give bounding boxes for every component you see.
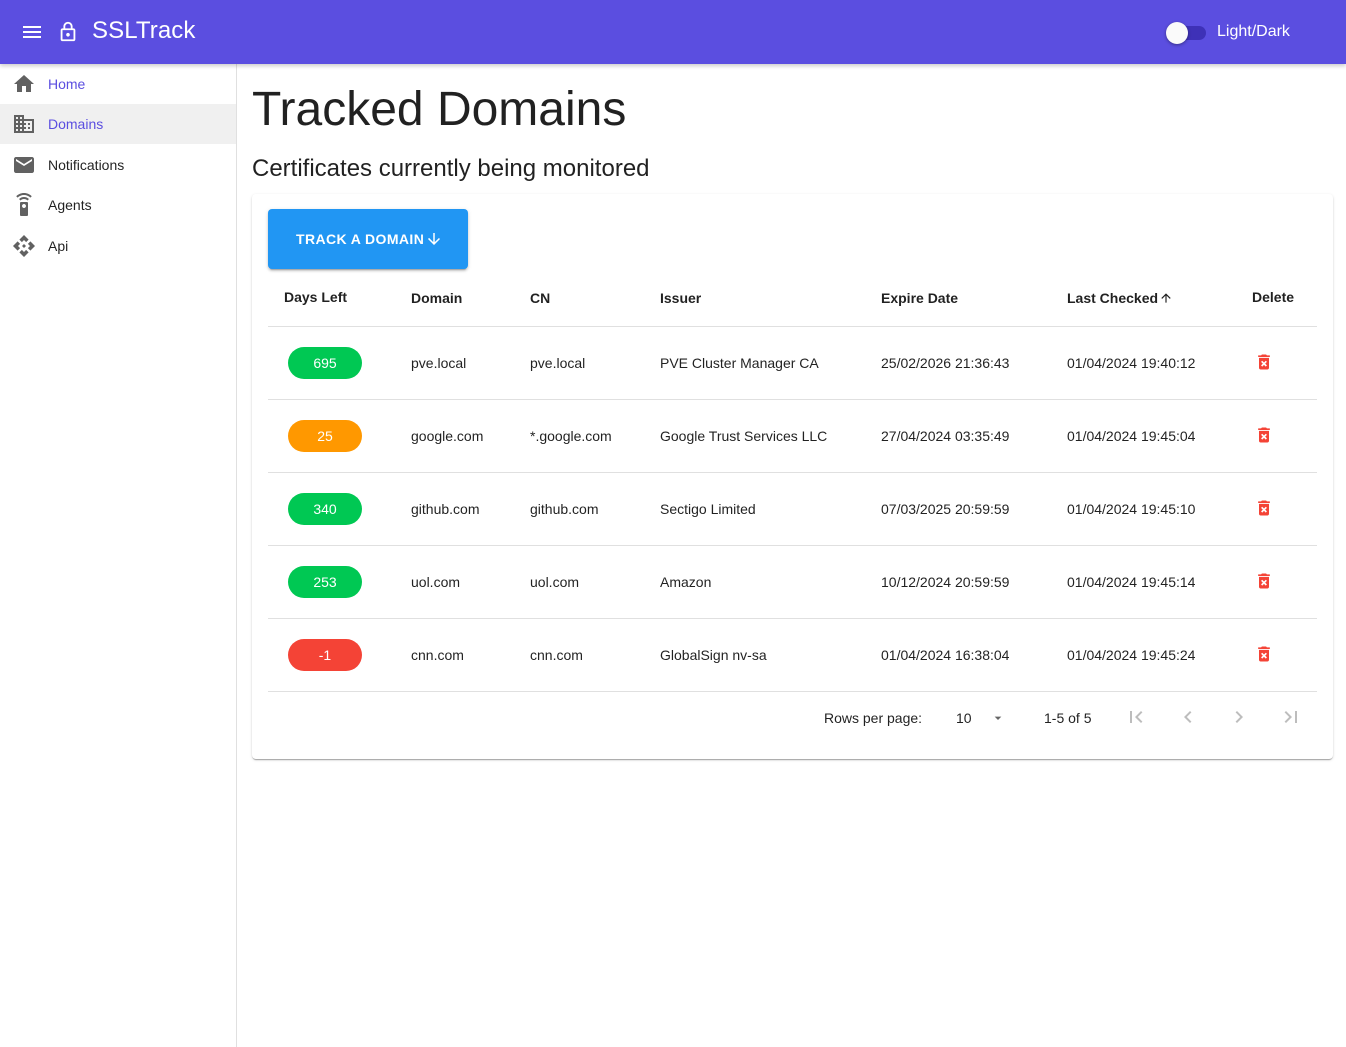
cell-domain: pve.local bbox=[411, 355, 467, 371]
col-delete: Delete bbox=[1252, 289, 1295, 305]
cell-expire-date: 27/04/2024 03:35:49 bbox=[881, 428, 1010, 444]
next-page-icon[interactable] bbox=[1227, 705, 1251, 729]
col-cn[interactable]: CN bbox=[530, 290, 550, 306]
col-last-checked[interactable]: Last Checked bbox=[1067, 290, 1158, 306]
sidebar-item-label: Api bbox=[48, 238, 69, 254]
app-bar: SSLTrack Light/Dark bbox=[0, 0, 1346, 64]
page-title: Tracked Domains bbox=[252, 83, 627, 136]
days-left-badge: -1 bbox=[288, 639, 362, 671]
pagination-range: 1-5 of 5 bbox=[1044, 710, 1092, 726]
theme-toggle[interactable] bbox=[1166, 22, 1206, 44]
delete-icon[interactable] bbox=[1254, 569, 1274, 593]
last-page-icon[interactable] bbox=[1279, 705, 1303, 729]
cell-cn: *.google.com bbox=[530, 428, 612, 444]
col-days-left[interactable]: Days Left bbox=[284, 289, 347, 305]
cell-last-checked: 01/04/2024 19:40:12 bbox=[1067, 355, 1196, 371]
days-left-badge: 25 bbox=[288, 420, 362, 452]
days-left-badge: 695 bbox=[288, 347, 362, 379]
track-domain-button[interactable]: TRACK A DOMAIN bbox=[268, 209, 468, 269]
sidebar-item-home[interactable]: Home bbox=[0, 64, 236, 104]
cell-last-checked: 01/04/2024 19:45:24 bbox=[1067, 647, 1196, 663]
cell-cn: github.com bbox=[530, 501, 599, 517]
api-icon bbox=[13, 235, 35, 257]
table-row: 695 pve.local pve.local PVE Cluster Manager… bbox=[268, 327, 1317, 400]
arrow-down-icon bbox=[428, 233, 440, 245]
mail-icon bbox=[14, 157, 34, 173]
previous-page-icon[interactable] bbox=[1176, 705, 1200, 729]
delete-icon[interactable] bbox=[1254, 350, 1274, 374]
rows-per-page-value: 10 bbox=[956, 710, 972, 726]
lock-icon bbox=[60, 21, 76, 42]
delete-icon[interactable] bbox=[1254, 496, 1274, 520]
table-row: 253 uol.com uol.com Amazon 10/12/2024 20:59:… bbox=[268, 546, 1317, 619]
cell-domain: uol.com bbox=[411, 574, 461, 590]
cell-cn: pve.local bbox=[530, 355, 586, 371]
table-row: 25 google.com *.google.com Google Trust Ser… bbox=[268, 400, 1317, 473]
cell-expire-date: 01/04/2024 16:38:04 bbox=[881, 647, 1010, 663]
cell-issuer: PVE Cluster Manager CA bbox=[660, 355, 819, 371]
cell-expire-date: 10/12/2024 20:59:59 bbox=[881, 574, 1010, 590]
row-divider bbox=[268, 691, 1317, 692]
rows-per-page-label: Rows per page: bbox=[824, 710, 923, 726]
sidebar: Home Domains Notifications Agents Api bbox=[0, 64, 237, 1047]
cell-last-checked: 01/04/2024 19:45:14 bbox=[1067, 574, 1196, 590]
days-left-badge: 253 bbox=[288, 566, 362, 598]
table-row: 340 github.com github.com Sectigo Limited 07… bbox=[268, 473, 1317, 546]
cell-last-checked: 01/04/2024 19:45:04 bbox=[1067, 428, 1196, 444]
delete-icon[interactable] bbox=[1254, 642, 1274, 666]
cell-last-checked: 01/04/2024 19:45:10 bbox=[1067, 501, 1196, 517]
sidebar-item-label: Agents bbox=[48, 197, 92, 213]
cell-domain: google.com bbox=[411, 428, 484, 444]
theme-toggle-label: Light/Dark bbox=[1217, 23, 1290, 40]
dropdown-arrow-icon bbox=[994, 716, 1002, 720]
track-domain-button-label: TRACK A DOMAIN bbox=[296, 231, 425, 247]
days-left-badge: 340 bbox=[288, 493, 362, 525]
domains-table-card: TRACK A DOMAIN Days Left Domain CN Issue… bbox=[252, 194, 1333, 759]
sidebar-item-api[interactable]: Api bbox=[0, 226, 236, 266]
cell-issuer: Amazon bbox=[660, 574, 712, 590]
delete-icon[interactable] bbox=[1254, 423, 1274, 447]
home-icon bbox=[14, 75, 34, 92]
settings-remote-icon bbox=[16, 193, 32, 216]
menu-icon[interactable] bbox=[20, 20, 44, 44]
cell-domain: cnn.com bbox=[411, 647, 464, 663]
sidebar-item-agents[interactable]: Agents bbox=[0, 185, 236, 225]
app-title: SSLTrack bbox=[92, 17, 196, 44]
table-row: -1 cnn.com cnn.com GlobalSign nv-sa 01/04/20… bbox=[268, 619, 1317, 692]
sidebar-item-domains[interactable]: Domains bbox=[0, 104, 236, 144]
col-expire-date[interactable]: Expire Date bbox=[881, 290, 958, 306]
col-issuer[interactable]: Issuer bbox=[660, 290, 701, 306]
cell-domain: github.com bbox=[411, 501, 480, 517]
sidebar-item-label: Domains bbox=[48, 116, 104, 132]
sort-ascending-icon[interactable] bbox=[1159, 291, 1173, 305]
first-page-icon[interactable] bbox=[1124, 705, 1148, 729]
sidebar-item-notifications[interactable]: Notifications bbox=[0, 145, 236, 185]
rows-per-page-select[interactable]: 10 bbox=[952, 702, 1012, 734]
sidebar-item-label: Home bbox=[48, 76, 86, 92]
cell-expire-date: 07/03/2025 20:59:59 bbox=[881, 501, 1010, 517]
cell-issuer: GlobalSign nv-sa bbox=[660, 647, 767, 663]
toggle-thumb bbox=[1166, 22, 1188, 44]
domain-icon bbox=[14, 115, 34, 133]
cell-expire-date: 25/02/2026 21:36:43 bbox=[881, 355, 1010, 371]
cell-issuer: Sectigo Limited bbox=[660, 501, 756, 517]
sidebar-item-label: Notifications bbox=[48, 157, 125, 173]
cell-cn: cnn.com bbox=[530, 647, 583, 663]
cell-issuer: Google Trust Services LLC bbox=[660, 428, 828, 444]
cell-cn: uol.com bbox=[530, 574, 580, 590]
page-subtitle: Certificates currently being monitored bbox=[252, 155, 650, 182]
col-domain[interactable]: Domain bbox=[411, 290, 462, 306]
